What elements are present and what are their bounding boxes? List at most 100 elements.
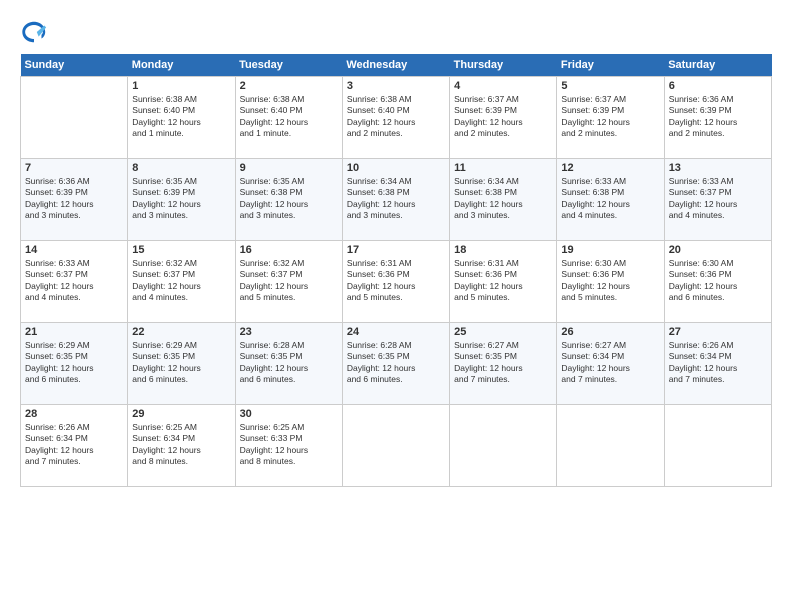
day-info: Sunrise: 6:33 AM Sunset: 6:38 PM Dayligh…: [561, 176, 659, 222]
day-cell: 2Sunrise: 6:38 AM Sunset: 6:40 PM Daylig…: [235, 77, 342, 159]
day-info: Sunrise: 6:36 AM Sunset: 6:39 PM Dayligh…: [25, 176, 123, 222]
day-cell: 27 Sunrise: 6:26 AM Sunset: 6:34 PM Dayli…: [664, 323, 771, 405]
day-number: 21: [25, 326, 123, 338]
day-info: Sunrise: 6:38 AM Sunset: 6:40 PM Dayligh…: [347, 94, 445, 140]
col-header-monday: Monday: [128, 54, 235, 77]
week-row-3: 21 Sunrise: 6:29 AM Sunset: 6:35 PM Dayli…: [21, 323, 772, 405]
header: [20, 18, 772, 46]
week-row-4: 28Sunrise: 6:26 AM Sunset: 6:34 PM Dayli…: [21, 405, 772, 487]
col-header-friday: Friday: [557, 54, 664, 77]
day-number: 16: [240, 244, 338, 256]
day-info: Sunrise: 6:29 AM Sunset: 6:35 PM Dayligh…: [25, 340, 123, 386]
day-cell: 16Sunrise: 6:32 AM Sunset: 6:37 PM Dayli…: [235, 241, 342, 323]
day-number: 1: [132, 80, 230, 92]
day-cell: 3 Sunrise: 6:38 AM Sunset: 6:40 PM Daylig…: [342, 77, 449, 159]
day-cell: 30Sunrise: 6:25 AM Sunset: 6:33 PM Dayli…: [235, 405, 342, 487]
day-info: Sunrise: 6:33 AM Sunset: 6:37 PM Dayligh…: [669, 176, 767, 222]
day-number: 29: [132, 408, 230, 420]
day-info: Sunrise: 6:32 AM Sunset: 6:37 PM Dayligh…: [132, 258, 230, 304]
day-cell: 11Sunrise: 6:34 AM Sunset: 6:38 PM Dayli…: [450, 159, 557, 241]
day-cell: 20 Sunrise: 6:30 AM Sunset: 6:36 PM Dayli…: [664, 241, 771, 323]
day-number: 6: [669, 80, 767, 92]
day-cell: 10 Sunrise: 6:34 AM Sunset: 6:38 PM Dayli…: [342, 159, 449, 241]
day-info: Sunrise: 6:26 AM Sunset: 6:34 PM Dayligh…: [669, 340, 767, 386]
col-header-saturday: Saturday: [664, 54, 771, 77]
day-number: 8: [132, 162, 230, 174]
day-number: 7: [25, 162, 123, 174]
day-cell: 1 Sunrise: 6:38 AM Sunset: 6:40 PM Daylig…: [128, 77, 235, 159]
day-number: 14: [25, 244, 123, 256]
logo-icon: [20, 18, 48, 46]
day-cell: 13 Sunrise: 6:33 AM Sunset: 6:37 PM Dayli…: [664, 159, 771, 241]
day-number: 18: [454, 244, 552, 256]
day-info: Sunrise: 6:34 AM Sunset: 6:38 PM Dayligh…: [347, 176, 445, 222]
day-info: Sunrise: 6:36 AM Sunset: 6:39 PM Dayligh…: [669, 94, 767, 140]
day-number: 9: [240, 162, 338, 174]
day-cell: 21 Sunrise: 6:29 AM Sunset: 6:35 PM Dayli…: [21, 323, 128, 405]
day-info: Sunrise: 6:37 AM Sunset: 6:39 PM Dayligh…: [561, 94, 659, 140]
week-row-1: 7 Sunrise: 6:36 AM Sunset: 6:39 PM Daylig…: [21, 159, 772, 241]
day-info: Sunrise: 6:30 AM Sunset: 6:36 PM Dayligh…: [561, 258, 659, 304]
day-cell: 8 Sunrise: 6:35 AM Sunset: 6:39 PM Daylig…: [128, 159, 235, 241]
day-cell: 12 Sunrise: 6:33 AM Sunset: 6:38 PM Dayli…: [557, 159, 664, 241]
day-number: 22: [132, 326, 230, 338]
header-row: SundayMondayTuesdayWednesdayThursdayFrid…: [21, 54, 772, 77]
day-number: 12: [561, 162, 659, 174]
day-info: Sunrise: 6:25 AM Sunset: 6:34 PM Dayligh…: [132, 422, 230, 468]
day-number: 27: [669, 326, 767, 338]
day-info: Sunrise: 6:31 AM Sunset: 6:36 PM Dayligh…: [347, 258, 445, 304]
day-info: Sunrise: 6:34 AM Sunset: 6:38 PM Dayligh…: [454, 176, 552, 222]
calendar-table: SundayMondayTuesdayWednesdayThursdayFrid…: [20, 54, 772, 487]
day-number: 26: [561, 326, 659, 338]
day-info: Sunrise: 6:27 AM Sunset: 6:34 PM Dayligh…: [561, 340, 659, 386]
day-cell: 25 Sunrise: 6:27 AM Sunset: 6:35 PM Dayli…: [450, 323, 557, 405]
day-cell: 15Sunrise: 6:32 AM Sunset: 6:37 PM Dayli…: [128, 241, 235, 323]
day-cell: [557, 405, 664, 487]
day-number: 30: [240, 408, 338, 420]
calendar-page: SundayMondayTuesdayWednesdayThursdayFrid…: [0, 0, 792, 612]
day-info: Sunrise: 6:38 AM Sunset: 6:40 PM Dayligh…: [132, 94, 230, 140]
day-cell: 7 Sunrise: 6:36 AM Sunset: 6:39 PM Daylig…: [21, 159, 128, 241]
day-info: Sunrise: 6:31 AM Sunset: 6:36 PM Dayligh…: [454, 258, 552, 304]
day-cell: 23 Sunrise: 6:28 AM Sunset: 6:35 PM Dayli…: [235, 323, 342, 405]
day-cell: 22 Sunrise: 6:29 AM Sunset: 6:35 PM Dayli…: [128, 323, 235, 405]
week-row-2: 14 Sunrise: 6:33 AM Sunset: 6:37 PM Dayli…: [21, 241, 772, 323]
day-info: Sunrise: 6:28 AM Sunset: 6:35 PM Dayligh…: [240, 340, 338, 386]
day-number: 3: [347, 80, 445, 92]
day-number: 5: [561, 80, 659, 92]
day-cell: 9 Sunrise: 6:35 AM Sunset: 6:38 PM Daylig…: [235, 159, 342, 241]
day-cell: 24 Sunrise: 6:28 AM Sunset: 6:35 PM Dayli…: [342, 323, 449, 405]
day-cell: 18 Sunrise: 6:31 AM Sunset: 6:36 PM Dayli…: [450, 241, 557, 323]
day-cell: 6 Sunrise: 6:36 AM Sunset: 6:39 PM Daylig…: [664, 77, 771, 159]
day-info: Sunrise: 6:38 AM Sunset: 6:40 PM Dayligh…: [240, 94, 338, 140]
day-cell: 17 Sunrise: 6:31 AM Sunset: 6:36 PM Dayli…: [342, 241, 449, 323]
day-info: Sunrise: 6:26 AM Sunset: 6:34 PM Dayligh…: [25, 422, 123, 468]
day-number: 13: [669, 162, 767, 174]
day-cell: 19Sunrise: 6:30 AM Sunset: 6:36 PM Dayli…: [557, 241, 664, 323]
day-cell: [342, 405, 449, 487]
day-cell: 14 Sunrise: 6:33 AM Sunset: 6:37 PM Dayli…: [21, 241, 128, 323]
day-info: Sunrise: 6:33 AM Sunset: 6:37 PM Dayligh…: [25, 258, 123, 304]
day-number: 17: [347, 244, 445, 256]
day-info: Sunrise: 6:30 AM Sunset: 6:36 PM Dayligh…: [669, 258, 767, 304]
day-cell: 28Sunrise: 6:26 AM Sunset: 6:34 PM Dayli…: [21, 405, 128, 487]
day-cell: 29 Sunrise: 6:25 AM Sunset: 6:34 PM Dayli…: [128, 405, 235, 487]
day-info: Sunrise: 6:27 AM Sunset: 6:35 PM Dayligh…: [454, 340, 552, 386]
day-cell: 4Sunrise: 6:37 AM Sunset: 6:39 PM Daylig…: [450, 77, 557, 159]
col-header-wednesday: Wednesday: [342, 54, 449, 77]
day-info: Sunrise: 6:35 AM Sunset: 6:38 PM Dayligh…: [240, 176, 338, 222]
day-cell: [664, 405, 771, 487]
day-cell: 26 Sunrise: 6:27 AM Sunset: 6:34 PM Dayli…: [557, 323, 664, 405]
day-info: Sunrise: 6:37 AM Sunset: 6:39 PM Dayligh…: [454, 94, 552, 140]
day-info: Sunrise: 6:29 AM Sunset: 6:35 PM Dayligh…: [132, 340, 230, 386]
day-cell: [450, 405, 557, 487]
day-number: 25: [454, 326, 552, 338]
day-number: 20: [669, 244, 767, 256]
day-cell: 5 Sunrise: 6:37 AM Sunset: 6:39 PM Daylig…: [557, 77, 664, 159]
col-header-sunday: Sunday: [21, 54, 128, 77]
day-info: Sunrise: 6:28 AM Sunset: 6:35 PM Dayligh…: [347, 340, 445, 386]
day-number: 23: [240, 326, 338, 338]
day-number: 24: [347, 326, 445, 338]
day-info: Sunrise: 6:35 AM Sunset: 6:39 PM Dayligh…: [132, 176, 230, 222]
day-number: 10: [347, 162, 445, 174]
